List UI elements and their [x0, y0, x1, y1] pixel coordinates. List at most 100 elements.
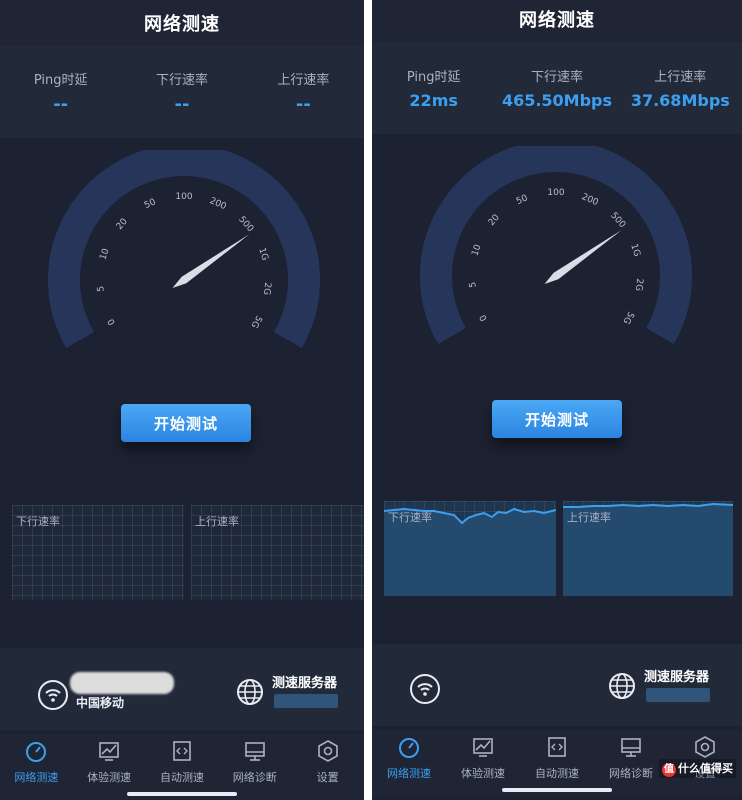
gauge-svg: 0 5 10 20 50 100 200 5001G 2G 5G	[420, 146, 692, 344]
tab-network-speed[interactable]: 网络测速	[0, 734, 73, 800]
tab-auto-speed[interactable]: 自动测速	[146, 734, 219, 800]
gauge-tick-label: 0	[478, 312, 490, 322]
ping-label: Ping时延	[406, 70, 461, 85]
server-label[interactable]: 测速服务器	[272, 672, 337, 691]
download-stat: 下行速率 465.50Mbps	[496, 66, 618, 110]
gauge-tick-label: 20	[487, 213, 502, 228]
tab-settings[interactable]: 设置	[291, 734, 364, 800]
monitor-icon	[244, 742, 265, 761]
gauge-tick-label: 0	[106, 316, 118, 326]
gauge-tick-label: 5G	[248, 313, 263, 329]
redacted-ssid	[70, 672, 174, 694]
tab-experience-speed[interactable]: 体验测速	[73, 734, 146, 800]
upload-stat: 上行速率 37.68Mbps	[619, 66, 741, 110]
gauge-tick-label: 100	[175, 192, 192, 202]
tab-label: 网络诊断	[232, 771, 277, 784]
ping-value: 22ms	[409, 91, 458, 110]
redacted-server	[646, 688, 710, 702]
right-screenshot: 网络测速 Ping时延 22ms 下行速率 465.50Mbps 上行速率 37…	[372, 0, 742, 800]
gauge-svg: 0 5 10 20 50 100 200 5001G 2G 5G	[48, 150, 320, 348]
ping-value: --	[53, 94, 69, 115]
stats-bar: Ping时延 -- 下行速率 -- 上行速率 --	[0, 46, 364, 138]
upload-value: --	[295, 94, 311, 115]
settings-icon	[695, 736, 715, 758]
tab-label: 网络诊断	[609, 767, 653, 780]
monitor-icon	[621, 738, 641, 757]
upload-label: 上行速率	[654, 70, 707, 85]
tab-label: 体验测速	[87, 771, 132, 784]
globe-icon	[608, 672, 636, 700]
upload-chart-label: 上行速率	[567, 511, 611, 524]
left-screenshot: 网络测速 Ping时延 -- 下行速率 -- 上行速率 -- 0 5 10 20 50 1…	[0, 0, 364, 800]
page-title: 网络测速	[144, 14, 220, 35]
gauge-tick-label: 50	[143, 197, 158, 211]
download-stat: 下行速率 --	[122, 69, 242, 115]
speed-gauge: 0 5 10 20 50 100 200 500 1G 2G 5G	[372, 146, 742, 396]
stats-bar: Ping时延 22ms 下行速率 465.50Mbps 上行速率 37.68Mb…	[372, 42, 742, 134]
globe-icon	[236, 678, 264, 706]
download-label: 下行速率	[155, 73, 208, 88]
gauge-needle	[544, 230, 622, 285]
download-chart: 下行速率	[12, 505, 184, 600]
gauge-tick-label: 500	[608, 211, 627, 231]
gauge-tick-label: 200	[580, 192, 600, 208]
tab-label: 设置	[316, 771, 339, 784]
carrier-name: 中国移动	[76, 696, 125, 710]
page-title: 网络测速	[519, 10, 595, 31]
speedometer-icon	[399, 738, 419, 758]
wifi-icon	[410, 674, 440, 704]
download-value: 465.50Mbps	[501, 91, 613, 110]
tab-bar: 网络测速 体验测速 自动测速 网络诊断 设置	[0, 734, 364, 800]
settings-icon	[317, 740, 338, 762]
start-test-button[interactable]: 开始测试	[492, 400, 622, 438]
gauge-tick-label: 200	[208, 196, 228, 212]
chart-icon	[473, 738, 493, 757]
wifi-icon	[38, 680, 68, 710]
title-bar: 网络测速	[372, 0, 742, 42]
tab-network-diagnosis[interactable]: 网络诊断	[218, 734, 291, 800]
gauge-arc	[48, 150, 320, 348]
start-test-button[interactable]: 开始测试	[121, 404, 251, 442]
title-bar: 网络测速	[0, 0, 364, 46]
gauge-tick-label: 1G	[628, 243, 641, 258]
upload-label: 上行速率	[277, 73, 330, 88]
ping-stat: Ping时延 --	[1, 69, 121, 115]
ping-stat: Ping时延 22ms	[373, 66, 495, 110]
gauge-tick-label: 10	[99, 247, 112, 261]
home-indicator	[502, 788, 612, 792]
download-chart-label: 下行速率	[388, 511, 432, 524]
tab-network-diagnosis[interactable]: 网络诊断	[594, 730, 668, 796]
home-indicator	[127, 792, 237, 796]
upload-chart-label: 上行速率	[195, 515, 239, 528]
code-doc-icon	[173, 741, 191, 761]
gauge-tick-label: 2G	[261, 282, 272, 296]
speed-gauge: 0 5 10 20 50 100 200 500 1G 2G 5G	[0, 150, 364, 400]
gauge-tick-label: 5	[468, 281, 479, 288]
download-chart: 下行速率	[384, 501, 556, 596]
code-doc-icon	[548, 737, 566, 757]
watermark: 值什么值得买	[659, 759, 736, 778]
gauge-tick-label: 1G	[256, 247, 269, 262]
tab-experience-speed[interactable]: 体验测速	[446, 730, 520, 796]
gauge-tick-label: 20	[115, 217, 130, 232]
tab-network-speed[interactable]: 网络测速	[372, 730, 446, 796]
watermark-text: 什么值得买	[678, 762, 733, 775]
gauge-tick-label: 500	[236, 215, 255, 235]
chart-icon	[99, 742, 119, 761]
gauge-tick-label: 5	[96, 285, 107, 292]
tab-label: 体验测速	[461, 767, 505, 780]
download-label: 下行速率	[530, 70, 583, 85]
tab-auto-speed[interactable]: 自动测速	[520, 730, 594, 796]
gauge-tick-label: 50	[515, 193, 530, 207]
upload-value: 37.68Mbps	[630, 91, 730, 110]
watermark-logo-icon: 值	[662, 763, 676, 777]
upload-stat: 上行速率 --	[243, 69, 363, 115]
gauge-tick-label: 100	[547, 188, 564, 198]
gauge-arc	[420, 146, 692, 344]
server-label[interactable]: 测速服务器	[644, 666, 709, 685]
gauge-tick-label: 2G	[633, 278, 644, 292]
tab-label: 自动测速	[159, 771, 204, 784]
ping-label: Ping时延	[33, 73, 88, 88]
tab-label: 网络测速	[14, 771, 59, 784]
tab-label: 网络测速	[387, 767, 431, 780]
